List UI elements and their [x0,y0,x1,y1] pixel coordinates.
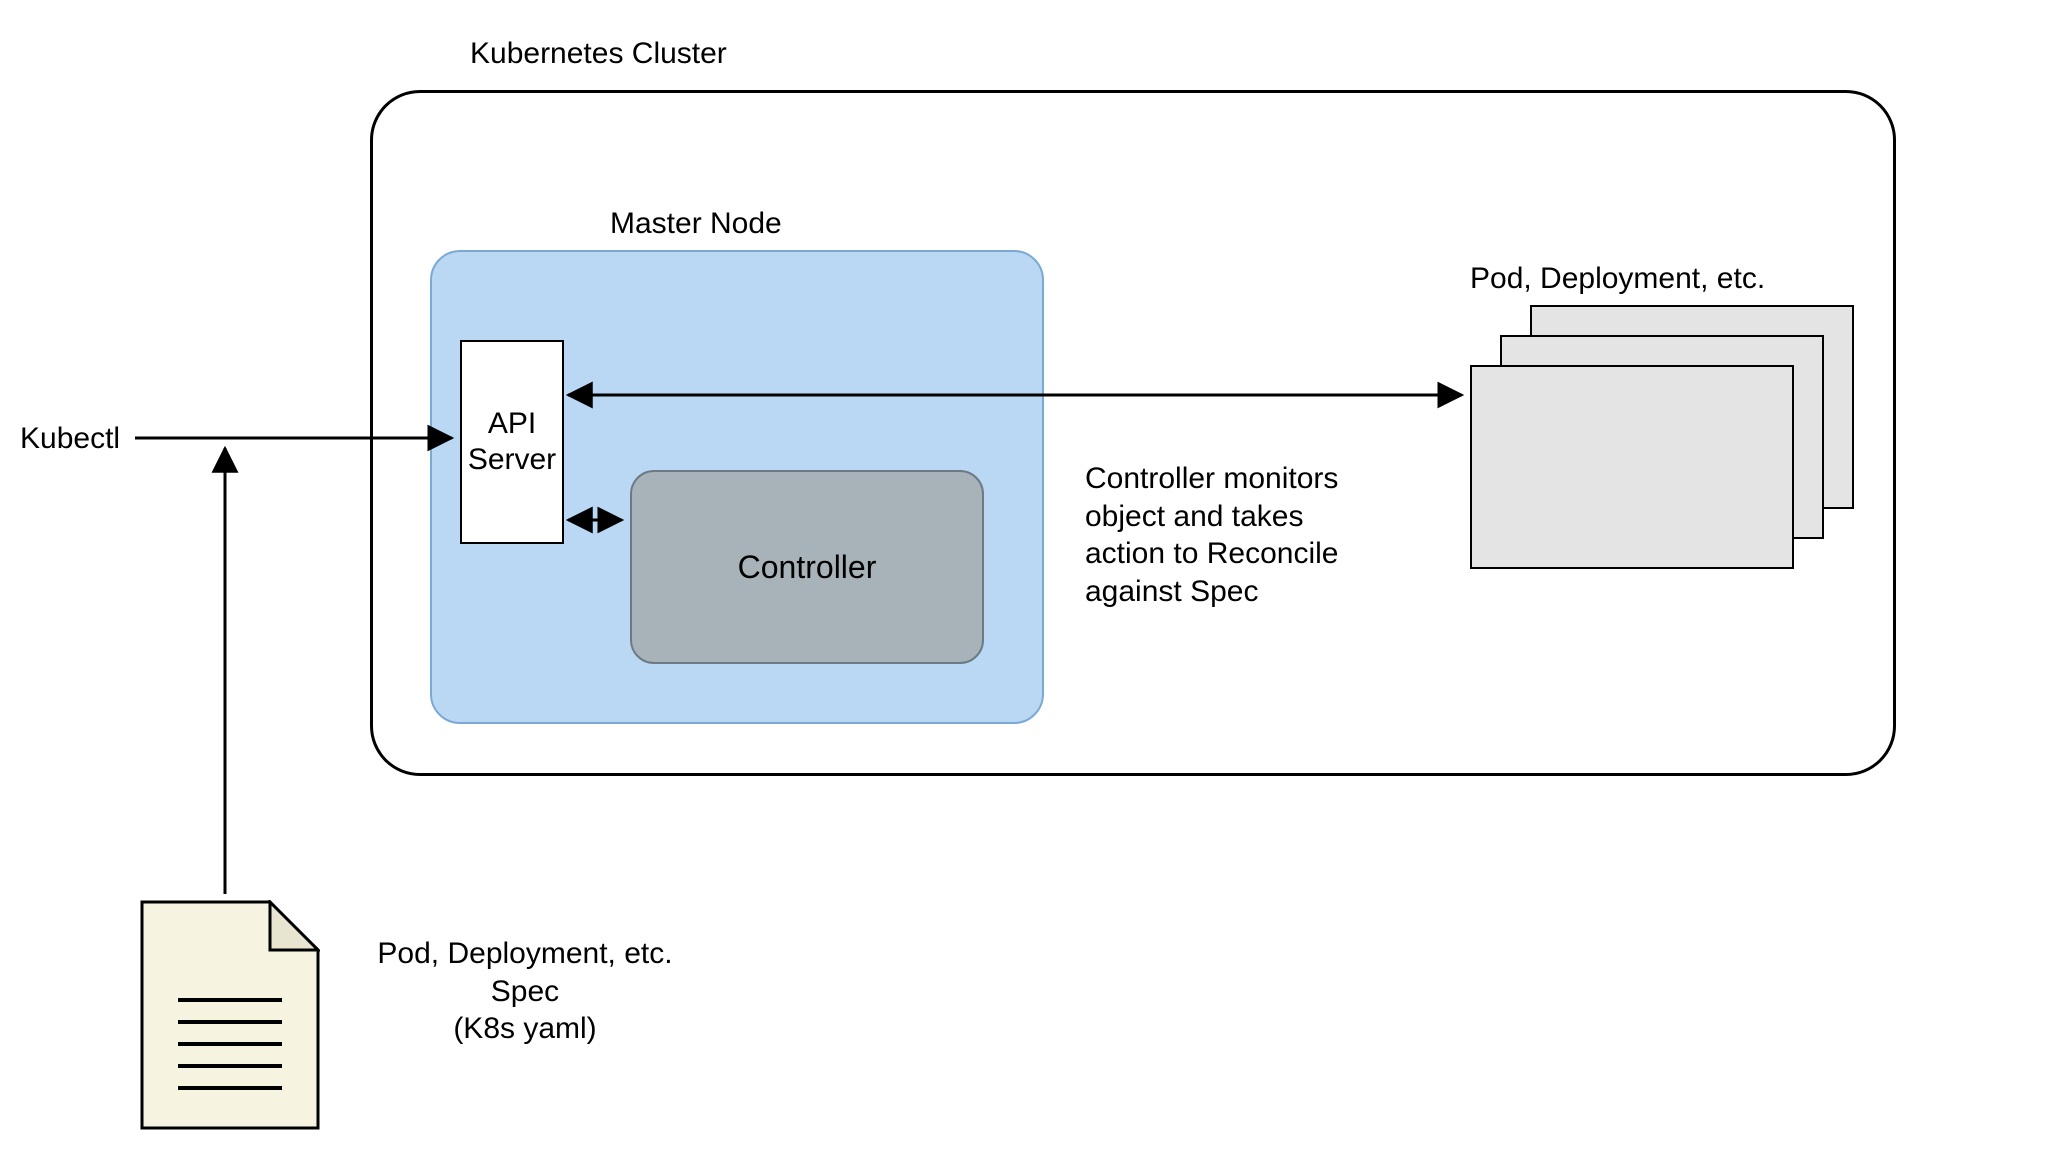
document-icon [140,900,320,1130]
resources-label: Pod, Deployment, etc. [1470,260,1765,298]
resource-card [1470,365,1794,569]
kubectl-label: Kubectl [20,420,120,458]
spec-label: Pod, Deployment, etc.Spec(K8s yaml) [345,935,705,1048]
cluster-title: Kubernetes Cluster [470,35,727,73]
controller-box: Controller [630,470,984,664]
api-server-label: APIServer [468,406,556,478]
master-node-label: Master Node [610,205,782,243]
diagram-canvas: Kubernetes Cluster Master Node APIServer… [0,0,2052,1150]
controller-description: Controller monitorsobject and takesactio… [1085,460,1445,610]
api-server-box: APIServer [460,340,564,544]
controller-label: Controller [738,549,877,586]
